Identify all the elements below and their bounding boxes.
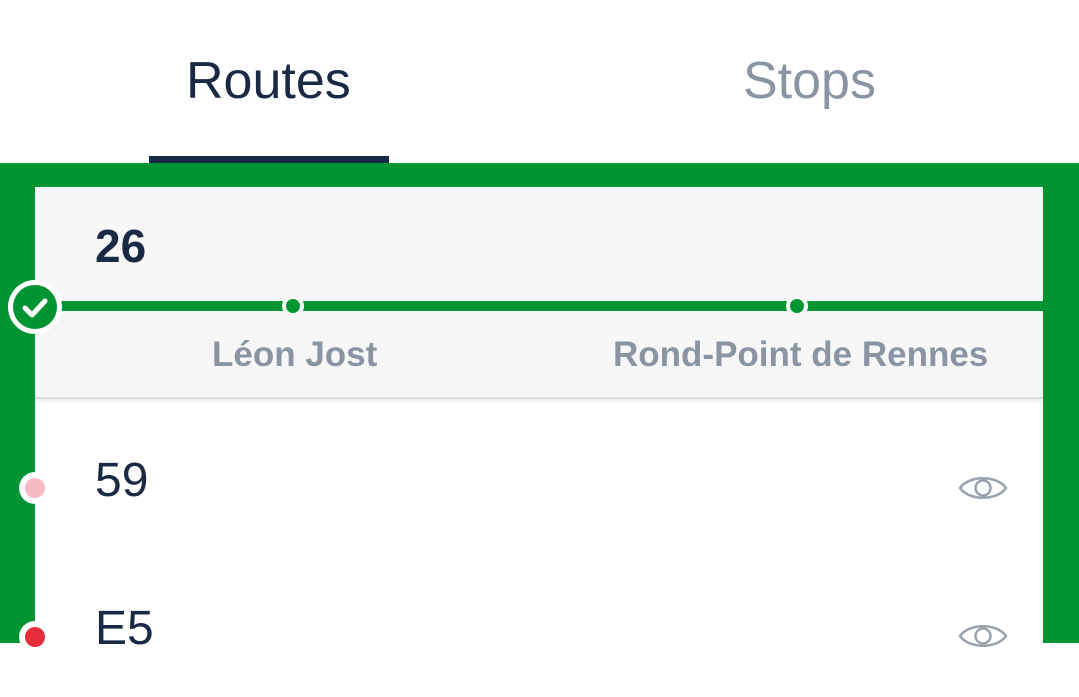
route-number: E5	[95, 602, 154, 655]
route-list: 26 Léon Jost Rond-Point de Rennes 59 E5	[8, 187, 1043, 655]
eye-icon[interactable]	[957, 619, 1009, 653]
eye-icon[interactable]	[957, 471, 1009, 505]
route-row-59[interactable]: 59	[19, 397, 1043, 547]
route-row-e5[interactable]: E5	[19, 547, 1043, 697]
route-number: 26	[95, 220, 147, 272]
stop-label-rond-point-de-rennes[interactable]: Rond-Point de Rennes	[613, 335, 988, 375]
selected-check-icon[interactable]	[8, 280, 62, 334]
tab-bar: Routes Stops	[0, 0, 1079, 163]
stop-label-leon-jost[interactable]: Léon Jost	[212, 335, 377, 375]
active-tab-indicator	[149, 156, 389, 163]
route-color-dot	[19, 472, 51, 504]
route-line	[35, 301, 1043, 311]
stop-marker-rond-point-de-rennes[interactable]	[786, 295, 808, 317]
stop-marker-leon-jost[interactable]	[282, 295, 304, 317]
active-route-card[interactable]: 26 Léon Jost Rond-Point de Rennes	[8, 187, 1043, 399]
tab-routes[interactable]: Routes	[186, 50, 351, 112]
route-number: 59	[95, 454, 149, 507]
tab-stops[interactable]: Stops	[743, 50, 876, 112]
route-panel: 26 Léon Jost Rond-Point de Rennes 59 E5	[0, 163, 1079, 655]
route-color-dot	[19, 621, 51, 653]
